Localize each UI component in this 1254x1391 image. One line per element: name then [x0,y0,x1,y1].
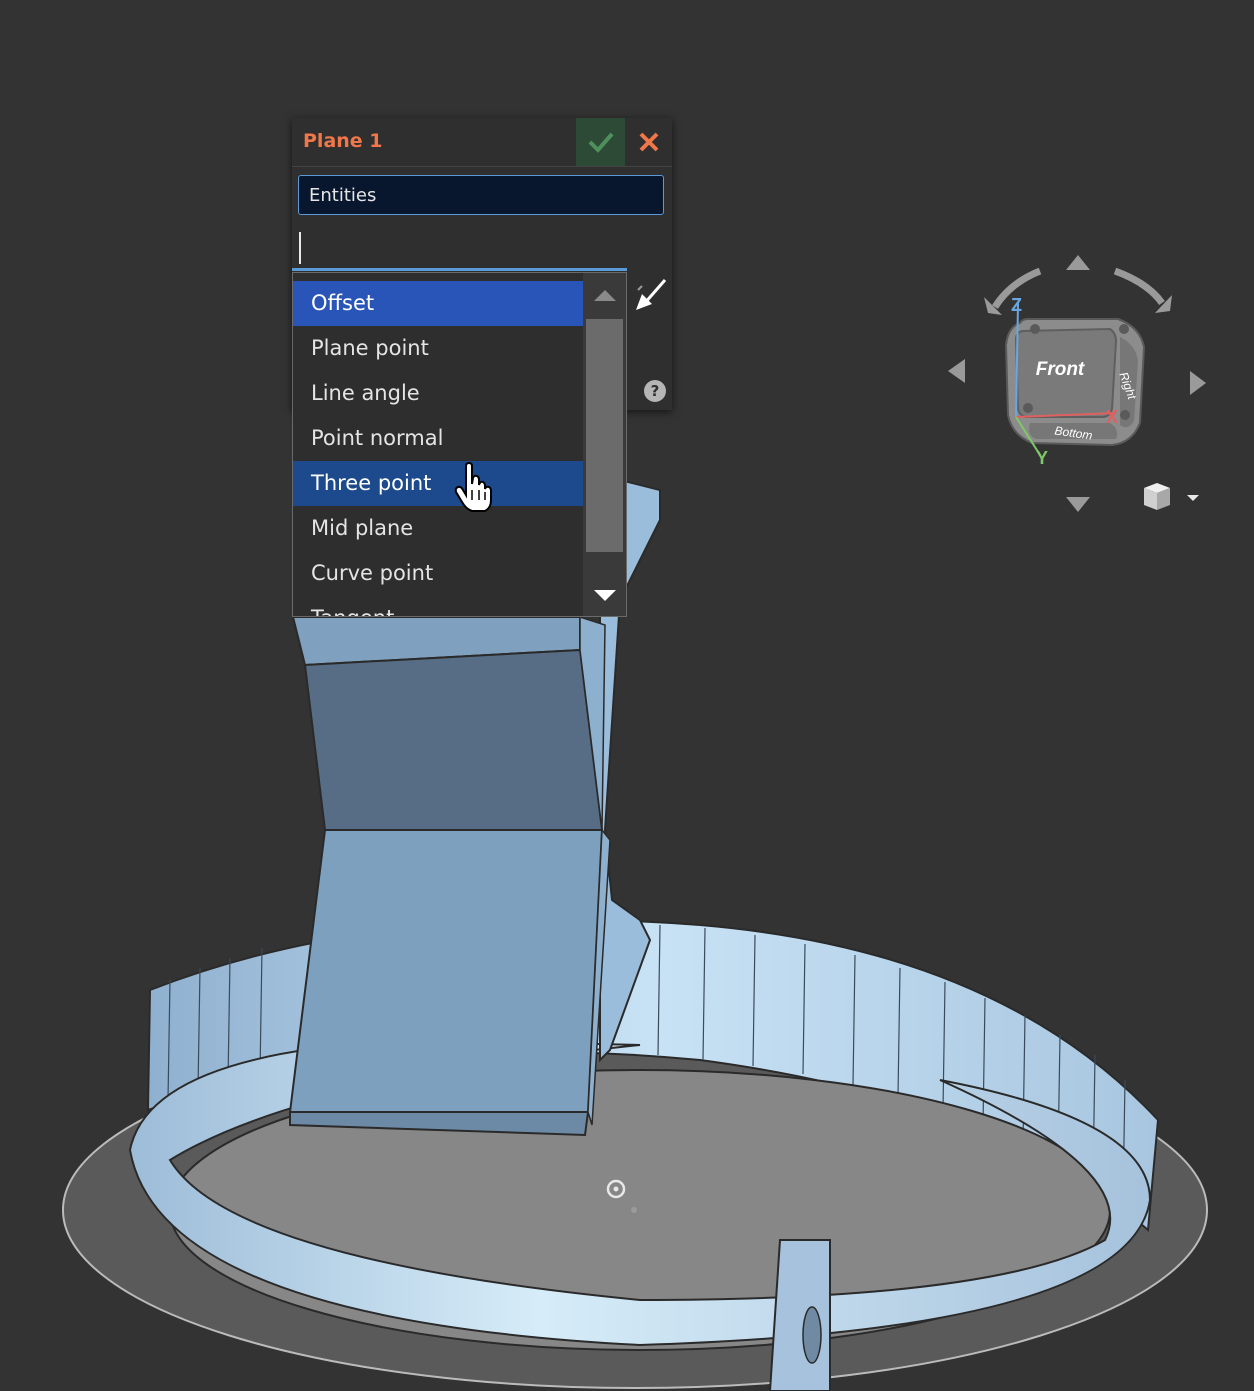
entities-selection-field[interactable]: Entities [298,175,664,215]
dropdown-option-mid-plane[interactable]: Mid plane [293,506,583,551]
cube-icon [1144,483,1170,510]
dropdown-option-tangent[interactable]: Tangent [293,596,583,616]
plane-type-dropdown[interactable]: Offset Plane point Line angle Point norm… [292,272,627,617]
rotate-down-arrow[interactable] [1066,497,1090,512]
entities-label: Entities [309,185,377,206]
check-icon [588,132,614,153]
vertical-arm-front [288,615,611,1137]
rotate-cw-arrow[interactable] [1113,267,1172,313]
cube-body[interactable]: Front Right Bottom [1004,318,1146,447]
dialog-title: Plane 1 [303,130,383,152]
plane-type-select[interactable] [292,268,627,271]
dropdown-option-curve-point[interactable]: Curve point [293,551,583,596]
cancel-button[interactable] [628,118,670,166]
scroll-up-button[interactable] [583,279,626,313]
text-caret [299,232,301,264]
close-icon [639,132,659,152]
rotate-up-arrow[interactable] [1066,255,1090,270]
z-axis-label: Z [1011,295,1022,315]
accept-button[interactable] [576,118,625,166]
rotate-right-arrow[interactable] [1190,371,1206,395]
dropdown-option-line-angle[interactable]: Line angle [293,371,583,416]
triangle-up-icon [594,290,616,301]
scroll-down-button[interactable] [583,578,626,614]
dropdown-option-offset[interactable]: Offset [293,281,583,326]
y-axis-label: Y [1036,448,1048,468]
flip-arrow-icon [636,279,667,310]
dropdown-option-point-normal[interactable]: Point normal [293,416,583,461]
view-mode-button[interactable] [1140,480,1204,514]
dropdown-caret-icon [1187,495,1199,501]
scrollbar-thumb[interactable] [586,319,623,552]
dialog-header: Plane 1 [292,118,672,167]
dropdown-scrollbar[interactable] [583,273,626,616]
flip-direction-button[interactable] [632,276,670,316]
front-face-label[interactable]: Front [1036,359,1085,380]
dropdown-option-plane-point[interactable]: Plane point [293,326,583,371]
triangle-down-icon [594,590,616,601]
x-axis-label: X [1106,407,1118,427]
rotate-left-arrow[interactable] [948,359,965,383]
dropdown-option-three-point[interactable]: Three point [293,461,583,506]
help-icon[interactable]: ? [644,380,666,402]
